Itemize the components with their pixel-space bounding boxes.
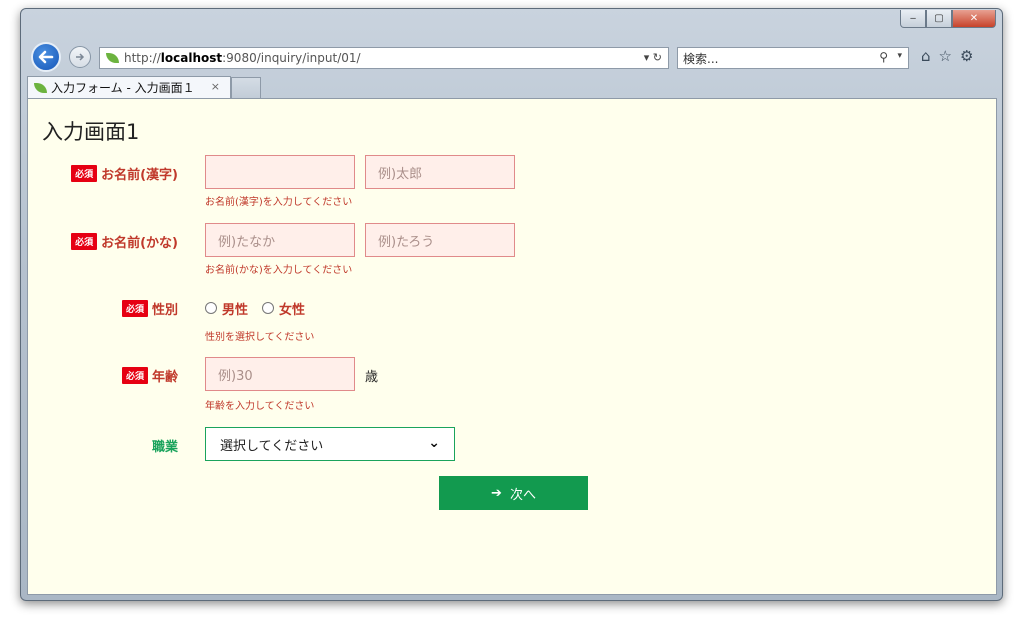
- new-tab-button[interactable]: [231, 77, 261, 98]
- tab-active[interactable]: 入力フォーム - 入力画面１ ×: [27, 76, 231, 98]
- back-button[interactable]: [31, 42, 61, 72]
- site-leaf-icon: [34, 82, 47, 93]
- next-button[interactable]: ➔ 次へ: [439, 476, 588, 510]
- chevron-down-icon: ⌄: [428, 435, 440, 451]
- gender-male-label[interactable]: 男性: [222, 299, 248, 318]
- required-badge: 必須: [121, 299, 148, 317]
- age-label-text: 年齢: [151, 369, 178, 385]
- close-icon[interactable]: ×: [211, 80, 220, 93]
- last-name-kana-input[interactable]: 例)たなか: [205, 223, 355, 257]
- gender-radio-group: 男性 女性: [205, 298, 305, 318]
- address-bar[interactable]: http:// localhost :9080/inquiry/input/01…: [99, 47, 669, 69]
- chevron-down-icon[interactable]: ▾: [897, 51, 902, 61]
- job-label-text: 職業: [151, 439, 178, 455]
- first-name-kana-input[interactable]: 例)たろう: [365, 223, 515, 257]
- browser-window: ‒ ▢ ✕ http:// localhost :9080/inquiry/in…: [20, 8, 1003, 601]
- close-button[interactable]: ✕: [952, 10, 996, 28]
- maximize-button[interactable]: ▢: [926, 10, 952, 28]
- arrow-right-icon: [76, 53, 85, 61]
- age-label: 必須 年齢: [28, 365, 178, 385]
- url-path: :9080/inquiry/input/01/: [222, 51, 361, 65]
- name-kanji-hint: お名前(漢字)を入力してください: [205, 197, 353, 208]
- job-select-value: 選択してください: [220, 438, 324, 454]
- gender-hint: 性別を選択してください: [205, 332, 315, 343]
- browser-toolbar: ⌂ ☆ ⚙: [921, 47, 973, 65]
- gender-male-radio[interactable]: 男性: [205, 299, 248, 318]
- required-badge: 必須: [71, 164, 98, 182]
- name-kana-hint: お名前(かな)を入力してください: [205, 265, 353, 276]
- page-title: 入力画面1: [42, 120, 140, 144]
- radio-circle-icon[interactable]: [205, 302, 217, 314]
- gender-female-radio[interactable]: 女性: [262, 299, 305, 318]
- age-hint: 年齢を入力してください: [205, 401, 315, 412]
- job-label: 職業: [28, 435, 178, 455]
- forward-button[interactable]: [69, 46, 91, 68]
- search-placeholder: 検索...: [683, 51, 719, 66]
- gender-female-label[interactable]: 女性: [279, 299, 305, 318]
- arrow-left-icon: [38, 50, 54, 64]
- tab-title: 入力フォーム - 入力画面１: [51, 81, 195, 95]
- name-kana-label-text: お名前(かな): [101, 235, 178, 251]
- star-icon[interactable]: ☆: [939, 47, 952, 65]
- page-viewport: 入力画面1 必須 お名前(漢字) 例)太郎 お名前(漢字)を入力してください 必…: [27, 98, 997, 595]
- next-button-label: 次へ: [509, 487, 536, 503]
- name-kanji-label: 必須 お名前(漢字): [28, 163, 178, 183]
- window-controls: ‒ ▢ ✕: [900, 10, 996, 28]
- site-leaf-icon: [106, 53, 119, 63]
- minimize-button[interactable]: ‒: [900, 10, 926, 28]
- search-icon[interactable]: ⚲: [879, 50, 888, 64]
- gear-icon[interactable]: ⚙: [960, 47, 973, 65]
- age-unit: 歳: [365, 370, 379, 385]
- home-icon[interactable]: ⌂: [921, 47, 931, 65]
- age-input[interactable]: 例)30: [205, 357, 355, 391]
- name-kanji-label-text: お名前(漢字): [101, 167, 178, 183]
- url-prefix: http://: [124, 51, 161, 65]
- arrow-right-icon: ➔: [491, 485, 502, 501]
- url-host: localhost: [160, 51, 223, 65]
- required-badge: 必須: [71, 232, 98, 250]
- refresh-icon[interactable]: ▾ ↻: [644, 51, 662, 64]
- last-name-kanji-input[interactable]: [205, 155, 355, 189]
- search-input[interactable]: 検索... ⚲ ▾: [677, 47, 909, 69]
- required-badge: 必須: [121, 366, 148, 384]
- job-select[interactable]: 選択してください ⌄: [205, 427, 455, 461]
- gender-label-text: 性別: [151, 302, 178, 318]
- radio-circle-icon[interactable]: [262, 302, 275, 314]
- gender-label: 必須 性別: [28, 298, 178, 318]
- first-name-kanji-input[interactable]: 例)太郎: [365, 155, 515, 189]
- name-kana-label: 必須 お名前(かな): [28, 231, 178, 251]
